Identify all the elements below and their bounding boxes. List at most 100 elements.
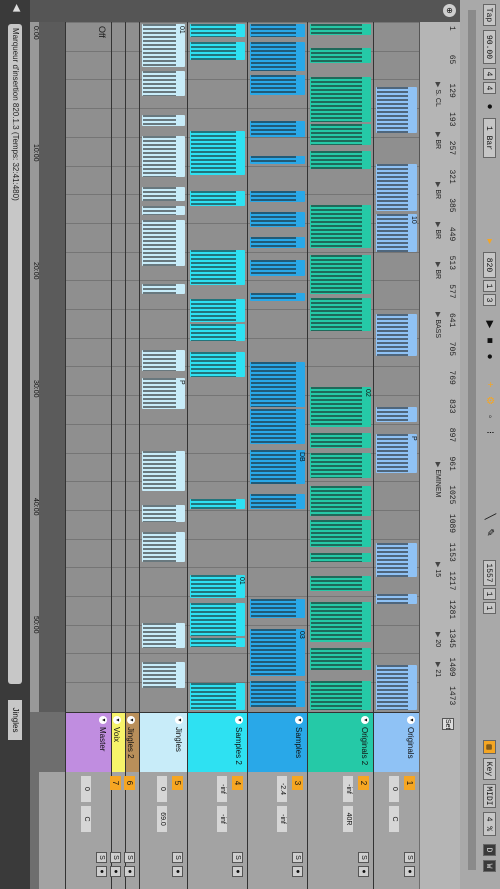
audio-clip[interactable] [190,191,245,206]
track-activator[interactable]: 6 [124,776,135,790]
audio-clip[interactable] [310,520,371,547]
track-lane[interactable]: 10 P [373,22,419,712]
audio-clip[interactable] [310,124,371,145]
audio-clip[interactable] [376,164,417,211]
tap-button[interactable]: Tap [483,4,496,26]
audio-clip[interactable] [376,87,417,133]
audio-clip[interactable] [190,683,245,710]
audio-clip[interactable] [142,505,185,522]
solo-button[interactable]: S [404,852,415,863]
audio-clip[interactable] [310,433,371,448]
audio-clip[interactable] [142,220,185,266]
fold-icon[interactable]: ▾ [295,716,303,724]
set-button[interactable]: Set [442,718,454,730]
track-header[interactable]: ▾ Samples 2 [187,712,247,772]
pan-field[interactable]: 40R [343,806,353,832]
audio-clip[interactable] [310,48,371,63]
solo-button[interactable]: S [124,852,135,863]
track-activator[interactable]: 1 [404,776,415,790]
audio-clip[interactable] [250,191,305,202]
audio-clip[interactable] [250,293,305,301]
track-lane[interactable]: 02 [307,22,373,712]
midi-map-button[interactable]: MIDI [483,784,496,808]
audio-clip[interactable] [190,299,245,322]
audio-clip[interactable] [376,543,417,577]
audio-clip[interactable] [250,260,305,276]
track-lane[interactable]: 01 [187,22,247,712]
arm-button[interactable]: ● [110,866,121,877]
solo-button[interactable]: S [172,852,183,863]
track-lane[interactable] [125,22,139,712]
audio-clip[interactable] [376,594,417,604]
volume-field[interactable]: -2.4 [277,776,287,802]
audio-clip[interactable] [142,662,185,688]
volume-field[interactable]: -inf [217,776,227,802]
audio-clip[interactable] [310,205,371,248]
audio-clip[interactable] [310,151,371,169]
volume-field[interactable]: -inf [343,776,353,802]
time-sig-numerator[interactable]: 4 [483,68,496,80]
audio-clip[interactable] [310,255,371,294]
audio-clip[interactable] [190,352,245,377]
audio-clip[interactable] [142,206,185,215]
pan-field[interactable]: -inf [277,806,287,832]
metronome-icon[interactable]: ● [483,100,496,113]
audio-clip[interactable] [376,407,417,422]
audio-clip[interactable]: P [142,378,185,409]
back-to-arrangement-icon[interactable]: ◦ [483,410,496,423]
fold-icon[interactable]: ▾ [127,716,135,724]
track-activator[interactable]: 4 [232,776,243,790]
locator[interactable]: 21 [434,662,442,677]
arm-button[interactable]: ● [358,866,369,877]
arm-button[interactable]: ● [292,866,303,877]
fold-icon[interactable]: ▾ [99,716,107,724]
audio-clip[interactable] [376,314,417,356]
audio-clip[interactable] [142,623,185,648]
follow-icon[interactable]: ▸ [483,235,496,248]
audio-clip[interactable] [310,576,371,591]
audio-clip[interactable] [310,648,371,670]
track-header[interactable]: ▾ Jingles 2 [125,712,139,772]
arm-button[interactable]: ● [172,866,183,877]
track-activator[interactable]: 2 [358,776,369,790]
locator[interactable]: BASS [434,312,442,338]
audio-clip[interactable] [142,71,185,96]
locator[interactable]: BR [434,182,442,199]
song-position-beat[interactable]: 1 [483,280,496,292]
info-toggle-icon[interactable]: ◀ [11,4,22,12]
audio-clip[interactable] [142,136,185,177]
audio-clip[interactable]: DB [250,450,305,484]
loop-start-bar[interactable]: 1557 [483,560,496,586]
capture-icon[interactable]: ⁝ [483,426,496,439]
arrangement-tracks[interactable]: 10 P 02 DB 03 01 01 P Off [39,22,419,712]
volume-field[interactable]: 0 [389,776,399,802]
computer-keyboard-button[interactable]: ▥ [483,740,496,754]
locator[interactable]: 15 [434,562,442,577]
audio-clip[interactable]: 10 [376,214,417,252]
pan-field[interactable]: C [81,806,91,832]
loop-start-sixteenth[interactable]: 1 [483,602,496,614]
locator[interactable]: BR [434,132,442,149]
track-header[interactable]: ▾ Originals 2 [307,712,373,772]
audio-clip[interactable] [250,362,305,407]
fold-icon[interactable]: ▾ [407,716,415,724]
audio-clip[interactable]: 03 [250,629,305,676]
pencil-icon[interactable]: ✎ [483,526,496,539]
audio-clip[interactable]: P [376,434,417,473]
audio-clip[interactable] [190,131,245,175]
audio-clip[interactable] [310,486,371,516]
track-header[interactable]: ▾ Master [65,712,111,772]
arrangement-ruler[interactable]: 1 65 129 193 257 321 385 449 513 577 641 705 769 833 8… [419,22,460,712]
audio-clip[interactable] [190,603,245,636]
solo-button[interactable]: S [96,852,107,863]
detail-tab[interactable]: Jingles [8,700,22,740]
audio-clip[interactable] [310,553,371,562]
pan-field[interactable]: 69.0 [157,806,167,832]
audio-clip[interactable] [142,187,185,201]
audio-clip[interactable] [250,75,305,95]
audio-clip[interactable] [376,665,417,710]
zoom-icon[interactable]: ⊕ [443,4,456,17]
audio-clip[interactable] [250,237,305,248]
track-lane[interactable] [111,22,125,712]
solo-button[interactable]: S [358,852,369,863]
